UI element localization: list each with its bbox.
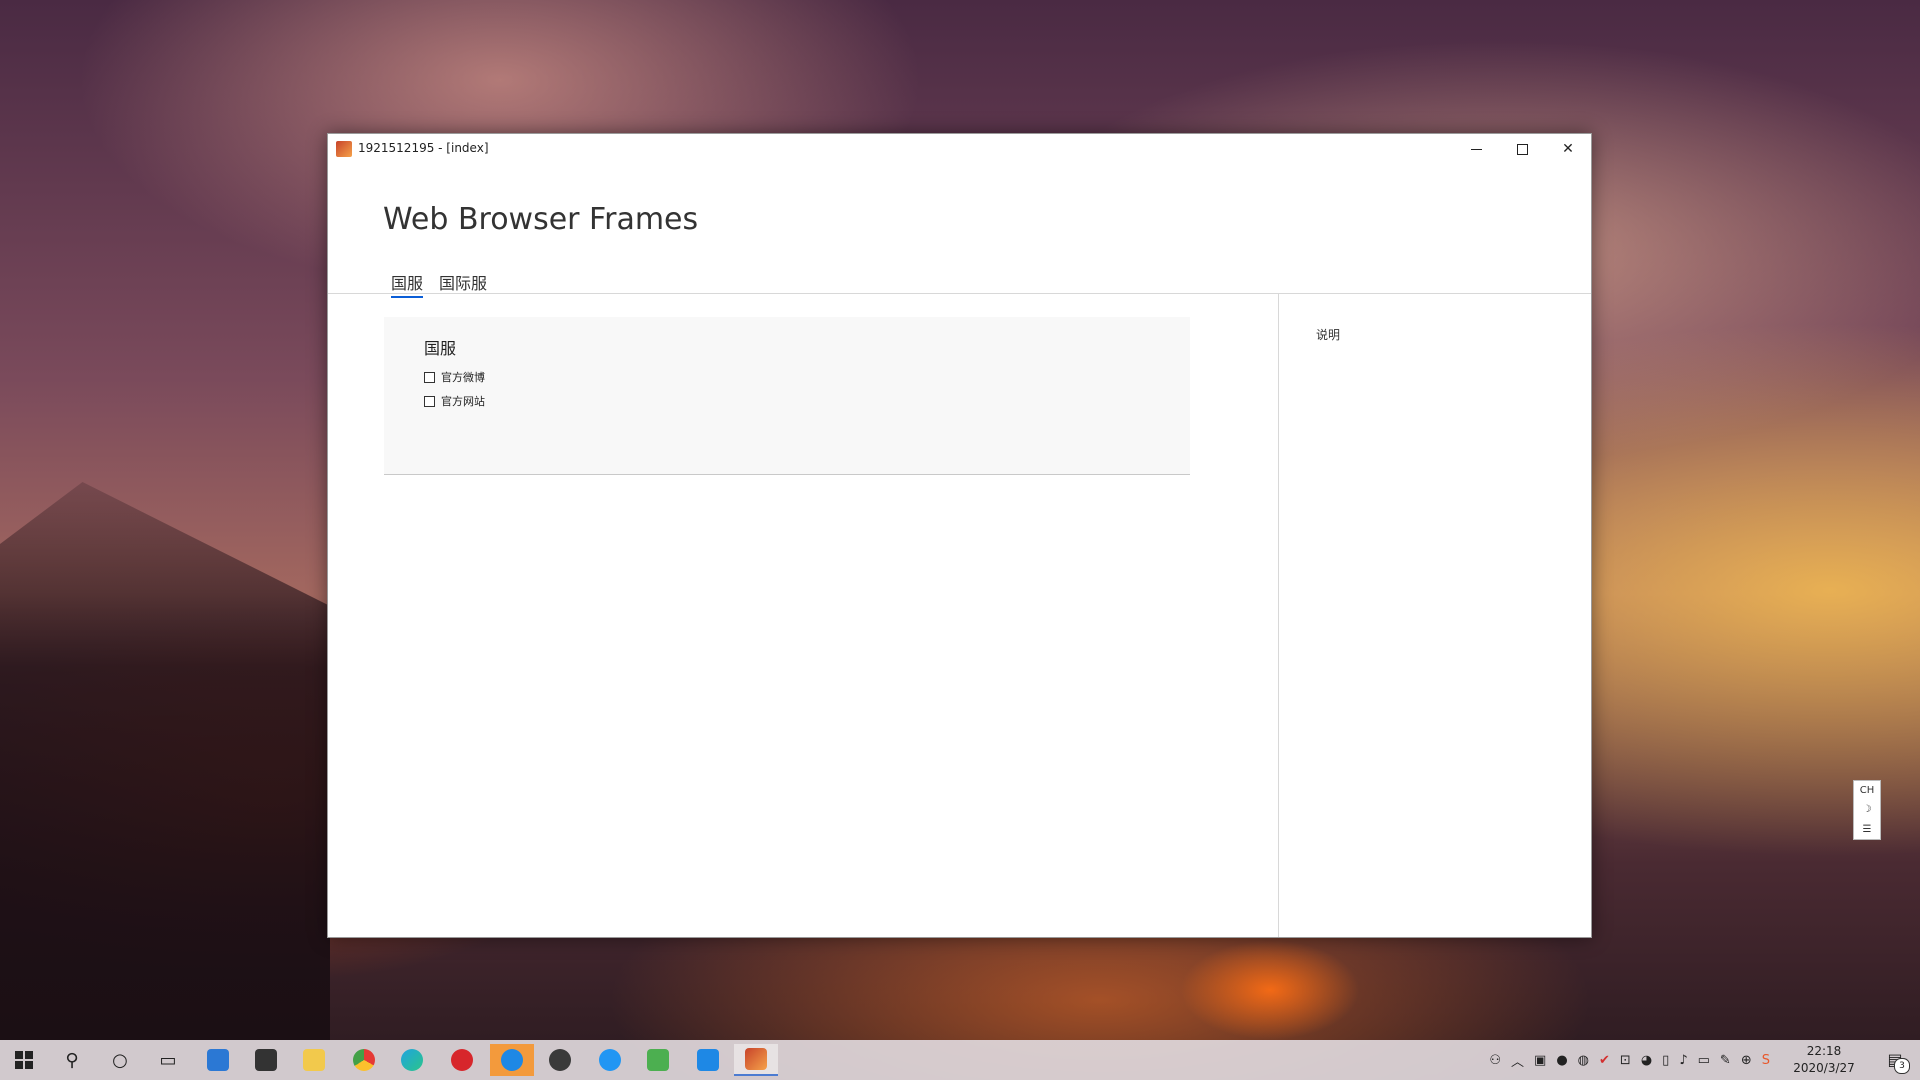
chat-icon <box>501 1049 523 1071</box>
windows-logo-icon <box>15 1051 33 1069</box>
avatar-icon <box>549 1049 571 1071</box>
taskbar-clock[interactable]: 22:18 2020/3/27 <box>1784 1043 1864 1077</box>
folder-icon <box>303 1049 325 1071</box>
tray-app-icon[interactable]: ▣ <box>1534 1053 1546 1068</box>
sidebar-divider <box>1278 294 1279 937</box>
app-window: 1921512195 - [index] ✕ Web Browser Frame… <box>327 133 1592 938</box>
weibo-label: 官方微博 <box>441 371 485 384</box>
people-icon[interactable]: ⚇ <box>1489 1053 1501 1068</box>
taskbar-netease-music[interactable] <box>440 1044 484 1076</box>
taskbar-meeting[interactable] <box>588 1044 632 1076</box>
taskbar-explorer[interactable] <box>292 1044 336 1076</box>
notification-button[interactable]: ▤ 3 <box>1884 1048 1910 1074</box>
wallpaper-lava <box>1180 940 1360 1040</box>
taskbar-app-orange[interactable] <box>490 1044 534 1076</box>
content-card: 国服 官方微博 官方网站 <box>384 317 1190 475</box>
sidebar-title: 说明 <box>1316 328 1341 342</box>
mail-icon <box>207 1049 229 1071</box>
window-titlebar[interactable]: 1921512195 - [index] ✕ <box>328 134 1591 164</box>
start-button[interactable] <box>2 1044 46 1076</box>
card-title: 国服 <box>424 339 457 358</box>
moon-icon[interactable]: ☽ <box>1863 804 1872 815</box>
ime-icon[interactable]: ⊕ <box>1741 1053 1752 1068</box>
volume-icon[interactable]: ♪ <box>1679 1053 1687 1068</box>
close-icon: ✕ <box>1562 141 1574 157</box>
maximize-icon <box>1516 143 1528 155</box>
network-icon[interactable]: ▭ <box>1698 1053 1710 1068</box>
task-view-button[interactable]: ▭ <box>146 1044 190 1076</box>
current-app-icon <box>745 1048 767 1070</box>
checkbox-row-weibo[interactable]: 官方微博 <box>424 369 485 385</box>
microphone-icon[interactable]: ● <box>1556 1053 1567 1068</box>
chevron-up-icon[interactable]: ︿ <box>1511 1051 1524 1070</box>
website-checkbox[interactable] <box>424 395 435 407</box>
edge-icon <box>401 1049 423 1071</box>
task-view-icon: ▭ <box>159 1049 177 1071</box>
system-tray: ⚇ ︿ ▣ ● ◍ ✔ ⊡ ◕ ▯ ♪ ▭ ✎ ⊕ S <box>1489 1040 1770 1080</box>
qq-icon[interactable]: ◕ <box>1641 1053 1652 1068</box>
minimize-button[interactable] <box>1453 134 1499 164</box>
taskbar: ⚲ ○ ▭ ⚇ ︿ ▣ ● ◍ ✔ ⊡ ◕ ▯ ♪ ▭ ✎ ⊕ S 22:18 … <box>0 1040 1920 1080</box>
notification-badge: 3 <box>1894 1058 1910 1074</box>
taskbar-current-app[interactable] <box>734 1044 778 1076</box>
clock-date: 2020/3/27 <box>1793 1061 1855 1075</box>
search-button[interactable]: ⚲ <box>50 1044 94 1076</box>
taskbar-chrome[interactable] <box>342 1044 386 1076</box>
taskbar-vscode[interactable] <box>686 1044 730 1076</box>
minimize-icon <box>1470 148 1482 150</box>
taskbar-store[interactable] <box>244 1044 288 1076</box>
cortana-button[interactable]: ○ <box>98 1044 142 1076</box>
clock-time: 22:18 <box>1806 1044 1842 1058</box>
window-title: 1921512195 - [index] <box>358 141 489 155</box>
checkbox-row-website[interactable]: 官方网站 <box>424 393 485 409</box>
menu-icon[interactable]: ☰ <box>1863 824 1872 835</box>
search-icon: ⚲ <box>65 1049 79 1071</box>
pen-icon[interactable]: ✎ <box>1720 1053 1731 1068</box>
taskbar-remote[interactable] <box>636 1044 680 1076</box>
ime-panel[interactable]: CH ☽ ☰ <box>1853 780 1881 840</box>
website-label: 官方网站 <box>441 395 485 408</box>
maximize-button[interactable] <box>1499 134 1545 164</box>
tab-divider <box>328 293 1591 294</box>
weibo-checkbox[interactable] <box>424 371 435 383</box>
close-button[interactable]: ✕ <box>1545 134 1591 164</box>
app-icon <box>336 141 352 157</box>
wechat-icon[interactable]: ◍ <box>1578 1053 1589 1068</box>
screenshot-icon[interactable]: ⊡ <box>1620 1053 1631 1068</box>
battery-icon[interactable]: ▯ <box>1662 1053 1669 1068</box>
taskbar-edge[interactable] <box>390 1044 434 1076</box>
music-icon <box>451 1049 473 1071</box>
remote-icon <box>647 1049 669 1071</box>
sogou-icon[interactable]: S <box>1762 1053 1770 1068</box>
store-icon <box>255 1049 277 1071</box>
cortana-icon: ○ <box>112 1049 128 1071</box>
chrome-icon <box>353 1049 375 1071</box>
taskbar-mail[interactable] <box>196 1044 240 1076</box>
wallpaper-ridge <box>0 482 330 1040</box>
page-title: Web Browser Frames <box>383 202 699 237</box>
meeting-icon <box>599 1049 621 1071</box>
vscode-icon <box>697 1049 719 1071</box>
vpn-icon[interactable]: ✔ <box>1599 1053 1610 1068</box>
ime-language[interactable]: CH <box>1860 785 1875 796</box>
taskbar-avatar-app[interactable] <box>538 1044 582 1076</box>
